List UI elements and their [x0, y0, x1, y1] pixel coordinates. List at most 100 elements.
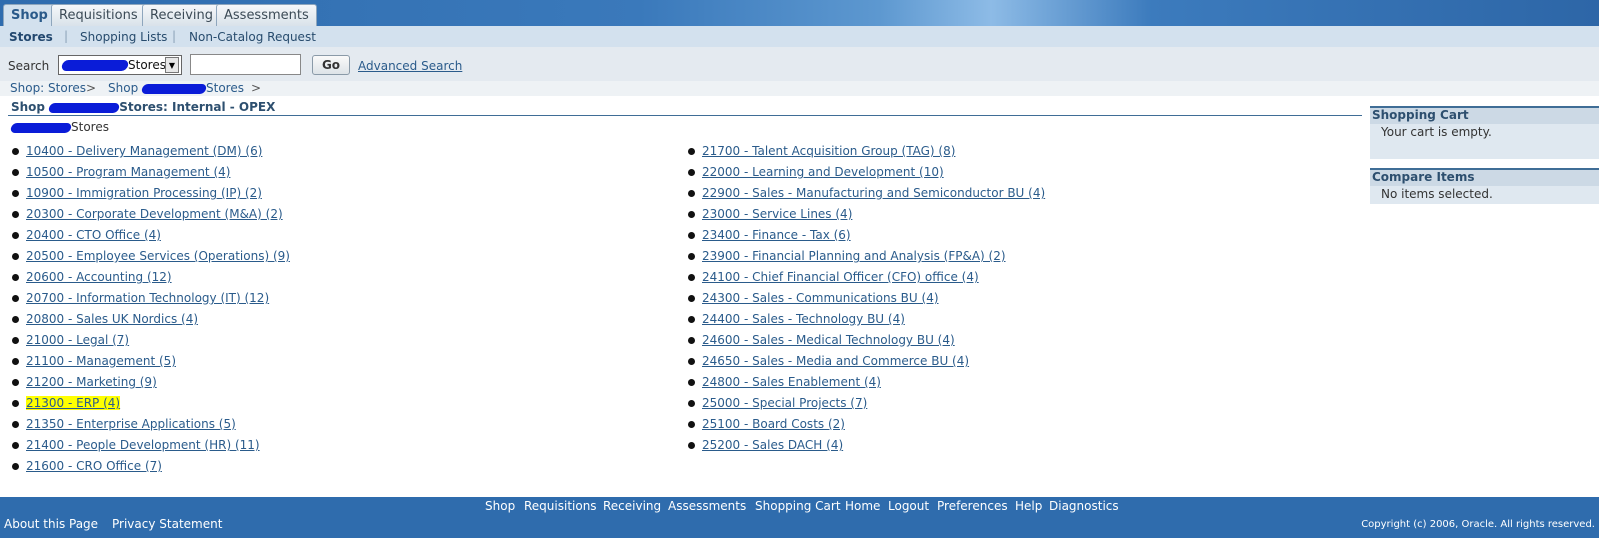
store-list-item: 23000 - Service Lines (4) [687, 206, 1045, 227]
store-link[interactable]: 24400 - Sales - Technology BU (4) [702, 312, 905, 326]
subnav-non-catalog-request[interactable]: Non-Catalog Request [189, 30, 316, 44]
store-link[interactable]: 10900 - Immigration Processing (IP) (2) [26, 186, 262, 200]
footer-link-preferences[interactable]: Preferences [937, 499, 1008, 513]
store-list-item: 22900 - Sales - Manufacturing and Semico… [687, 185, 1045, 206]
store-link[interactable]: 20300 - Corporate Development (M&A) (2) [26, 207, 283, 221]
tab-shop[interactable]: Shop [3, 4, 56, 27]
page-title-prefix: Shop [11, 100, 46, 114]
compare-items-message: No items selected. [1381, 187, 1493, 201]
store-link[interactable]: 21200 - Marketing (9) [26, 375, 157, 389]
store-link[interactable]: 24300 - Sales - Communications BU (4) [702, 291, 939, 305]
store-link[interactable]: 25200 - Sales DACH (4) [702, 438, 843, 452]
store-list-item: 20600 - Accounting (12) [11, 269, 290, 290]
footer-link-shopping-cart[interactable]: Shopping Cart [755, 499, 841, 513]
tab-assessments[interactable]: Assessments [216, 4, 317, 26]
store-link[interactable]: 23400 - Finance - Tax (6) [702, 228, 851, 242]
search-label: Search [8, 59, 50, 73]
store-list-item: 25100 - Board Costs (2) [687, 416, 1045, 437]
breadcrumb: Shop: Stores > Shop Stores > [0, 81, 1599, 96]
store-list-item: 24400 - Sales - Technology BU (4) [687, 311, 1045, 332]
page-title: Shop Stores: Internal - OPEX [11, 100, 275, 114]
store-list-item: 10900 - Immigration Processing (IP) (2) [11, 185, 290, 206]
shopping-cart-box: Shopping Cart Your cart is empty. [1370, 106, 1599, 159]
store-list-item: 20400 - CTO Office (4) [11, 227, 290, 248]
store-list-item: 24600 - Sales - Medical Technology BU (4… [687, 332, 1045, 353]
store-list-item: 25000 - Special Projects (7) [687, 395, 1045, 416]
breadcrumb-separator: > [251, 81, 262, 95]
store-link[interactable]: 24800 - Sales Enablement (4) [702, 375, 881, 389]
subnav-shopping-lists[interactable]: Shopping Lists [80, 30, 167, 44]
store-list-item: 21300 - ERP (4) [11, 395, 290, 416]
redaction-mark [60, 60, 130, 71]
store-list-item: 21700 - Talent Acquisition Group (TAG) (… [687, 143, 1045, 164]
store-link[interactable]: 21400 - People Development (HR) (11) [26, 438, 260, 452]
store-group-heading: Stores [9, 120, 109, 134]
footer-link-home[interactable]: Home [845, 499, 880, 513]
search-bar: Search Stores ▼ Go Advanced Search [0, 47, 1599, 81]
footer-link-receiving[interactable]: Receiving [603, 499, 661, 513]
breadcrumb-shop-stores-2[interactable]: Shop Stores [108, 81, 244, 95]
store-link[interactable]: 21700 - Talent Acquisition Group (TAG) (… [702, 144, 955, 158]
store-link[interactable]: 20800 - Sales UK Nordics (4) [26, 312, 198, 326]
redaction-mark [140, 83, 208, 94]
store-list-item: 21400 - People Development (HR) (11) [11, 437, 290, 458]
store-list-item: 24800 - Sales Enablement (4) [687, 374, 1045, 395]
search-input[interactable] [190, 54, 301, 75]
footer-link-shop[interactable]: Shop [485, 499, 515, 513]
store-select-value: Stores [128, 58, 166, 72]
store-link[interactable]: 23900 - Financial Planning and Analysis … [702, 249, 1006, 263]
chevron-down-icon[interactable]: ▼ [165, 57, 179, 73]
store-link[interactable]: 23000 - Service Lines (4) [702, 207, 852, 221]
advanced-search-link[interactable]: Advanced Search [358, 59, 462, 73]
store-link[interactable]: 20700 - Information Technology (IT) (12) [26, 291, 269, 305]
footer-link-assessments[interactable]: Assessments [668, 499, 746, 513]
store-list-item: 20300 - Corporate Development (M&A) (2) [11, 206, 290, 227]
page-title-suffix: Stores: Internal - OPEX [119, 100, 276, 114]
store-link[interactable]: 22900 - Sales - Manufacturing and Semico… [702, 186, 1045, 200]
store-link[interactable]: 10500 - Program Management (4) [26, 165, 230, 179]
tab-requisitions[interactable]: Requisitions [51, 4, 146, 26]
store-link[interactable]: 20500 - Employee Services (Operations) (… [26, 249, 290, 263]
store-link[interactable]: 20600 - Accounting (12) [26, 270, 172, 284]
subnav-separator: | [172, 29, 177, 43]
breadcrumb-stores-label: Stores [206, 81, 244, 95]
redaction-mark [48, 102, 121, 113]
store-list-item: 25200 - Sales DACH (4) [687, 437, 1045, 458]
store-link[interactable]: 22000 - Learning and Development (10) [702, 165, 944, 179]
store-link[interactable]: 24100 - Chief Financial Officer (CFO) of… [702, 270, 979, 284]
compare-items-box: Compare Items No items selected. [1370, 168, 1599, 204]
footer-link-requisitions[interactable]: Requisitions [524, 499, 597, 513]
store-link[interactable]: 21300 - ERP (4) [26, 396, 121, 410]
go-button[interactable]: Go [312, 55, 350, 75]
store-list-item: 21600 - CRO Office (7) [11, 458, 290, 479]
store-link[interactable]: 21350 - Enterprise Applications (5) [26, 417, 236, 431]
store-list-left: 10400 - Delivery Management (DM) (6) 1050… [11, 143, 290, 479]
top-tab-bar: Shop Requisitions Receiving Assessments [0, 0, 1599, 27]
tab-receiving[interactable]: Receiving [142, 4, 222, 26]
store-link[interactable]: 25000 - Special Projects (7) [702, 396, 867, 410]
store-select[interactable]: Stores ▼ [58, 55, 182, 75]
store-link[interactable]: 21000 - Legal (7) [26, 333, 129, 347]
store-link[interactable]: 21600 - CRO Office (7) [26, 459, 162, 473]
footer-link-logout[interactable]: Logout [888, 499, 929, 513]
store-list-item: 23400 - Finance - Tax (6) [687, 227, 1045, 248]
subnav-separator: | [64, 29, 69, 43]
store-link[interactable]: 21100 - Management (5) [26, 354, 176, 368]
footer: Shop Requisitions Receiving Assessments … [0, 497, 1599, 538]
store-link[interactable]: 25100 - Board Costs (2) [702, 417, 845, 431]
compare-items-title: Compare Items [1370, 168, 1599, 186]
store-link[interactable]: 24650 - Sales - Media and Commerce BU (4… [702, 354, 969, 368]
breadcrumb-shop-stores[interactable]: Shop: Stores [10, 81, 86, 95]
store-list-item: 24100 - Chief Financial Officer (CFO) of… [687, 269, 1045, 290]
footer-link-help[interactable]: Help [1015, 499, 1042, 513]
store-link[interactable]: 10400 - Delivery Management (DM) (6) [26, 144, 262, 158]
footer-link-diagnostics[interactable]: Diagnostics [1049, 499, 1119, 513]
subnav-stores[interactable]: Stores [9, 30, 53, 44]
about-page-link[interactable]: About this Page [4, 517, 98, 531]
store-list-item: 10500 - Program Management (4) [11, 164, 290, 185]
privacy-statement-link[interactable]: Privacy Statement [112, 517, 222, 531]
store-link[interactable]: 20400 - CTO Office (4) [26, 228, 161, 242]
store-group-label: Stores [71, 120, 109, 134]
store-list-item: 20500 - Employee Services (Operations) (… [11, 248, 290, 269]
store-link[interactable]: 24600 - Sales - Medical Technology BU (4… [702, 333, 955, 347]
